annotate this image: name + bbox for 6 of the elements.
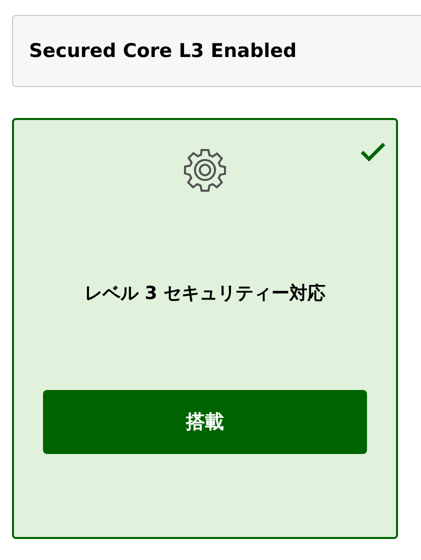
card-title: レベル 3 セキュリティー対応 [84,282,326,306]
checkmark-icon [360,142,386,162]
install-button[interactable]: 搭載 [43,390,367,454]
header-title: Secured Core L3 Enabled [29,38,297,64]
option-card[interactable]: レベル 3 セキュリティー対応 搭載 [12,118,398,539]
gear-icon [181,146,229,194]
